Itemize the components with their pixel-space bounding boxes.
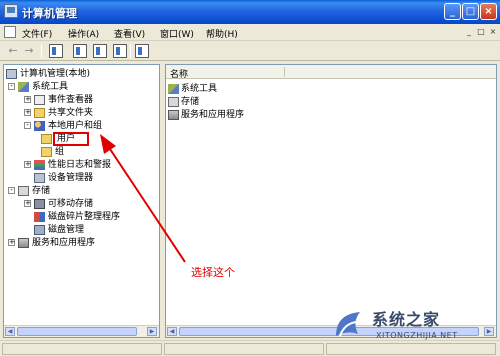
tree-item-users[interactable]: 用户: [41, 132, 90, 146]
expand-icon[interactable]: +: [24, 96, 31, 103]
window-title: 计算机管理: [22, 7, 77, 20]
scroll-left-arrow-icon[interactable]: ◀: [167, 327, 177, 336]
folder-icon: [41, 146, 52, 157]
expand-icon[interactable]: +: [24, 200, 31, 207]
storage-icon: [168, 96, 179, 107]
up-one-level-icon[interactable]: [73, 44, 87, 58]
toolbar: ← →: [0, 41, 500, 61]
watermark-brand: 系统之家: [372, 310, 441, 329]
tree-item-performance-logs[interactable]: + 性能日志和警报: [24, 159, 111, 171]
show-hide-tree-icon[interactable]: [49, 44, 63, 58]
device-manager-icon: [34, 172, 45, 183]
menu-window[interactable]: 窗口(W): [160, 27, 194, 40]
toolbar-separator: [41, 44, 42, 58]
collapse-icon[interactable]: -: [24, 122, 31, 129]
performance-icon: [34, 159, 45, 170]
document-icon: [4, 26, 16, 38]
status-cell: [2, 343, 162, 355]
expand-icon[interactable]: +: [8, 239, 15, 246]
help-icon[interactable]: [113, 44, 127, 58]
mdi-close-button[interactable]: ×: [488, 27, 498, 37]
tree-item-system-tools[interactable]: - 系统工具: [8, 81, 68, 93]
tools-icon: [18, 81, 29, 92]
expand-icon[interactable]: +: [24, 161, 31, 168]
services-icon: [18, 237, 29, 248]
tree-item-removable-storage[interactable]: + 可移动存储: [24, 198, 93, 210]
list-item-system-tools[interactable]: 系统工具: [168, 83, 217, 95]
disk-management-icon: [34, 224, 45, 235]
annotation-label: 选择这个: [191, 266, 235, 279]
defrag-icon: [34, 211, 45, 222]
tree-item-groups[interactable]: 组: [41, 146, 64, 158]
scroll-right-arrow-icon[interactable]: ▶: [147, 327, 157, 336]
watermark-url: XITONGZHIJIA.NET: [376, 331, 458, 340]
mdi-restore-button[interactable]: □: [476, 27, 486, 37]
shared-folder-icon: [34, 107, 45, 118]
title-bar: 计算机管理 _ □ ×: [0, 0, 500, 24]
tree-item-local-users-groups[interactable]: - 本地用户和组: [24, 120, 102, 132]
computer-icon: [6, 68, 17, 79]
services-icon: [168, 109, 179, 120]
expand-icon[interactable]: +: [24, 109, 31, 116]
list-item-services-applications[interactable]: 服务和应用程序: [168, 109, 244, 121]
tree-horizontal-scrollbar[interactable]: ◀ ▶: [4, 325, 159, 337]
collapse-icon[interactable]: -: [8, 187, 15, 194]
scroll-thumb[interactable]: [17, 327, 137, 336]
menu-view[interactable]: 查看(V): [114, 27, 145, 40]
watermark-logo-icon: [336, 312, 360, 337]
tree-root[interactable]: 计算机管理(本地): [6, 68, 90, 80]
menu-help[interactable]: 帮助(H): [206, 27, 238, 40]
maximize-button[interactable]: □: [462, 3, 479, 20]
close-button[interactable]: ×: [480, 3, 497, 20]
storage-icon: [18, 185, 29, 196]
scroll-left-arrow-icon[interactable]: ◀: [5, 327, 15, 336]
collapse-icon[interactable]: -: [8, 83, 15, 90]
column-divider[interactable]: [284, 67, 285, 77]
tools-icon: [168, 83, 179, 94]
menu-bar: 文件(F) 操作(A) 查看(V) 窗口(W) 帮助(H) _ □ ×: [0, 24, 500, 41]
minimize-button[interactable]: _: [444, 3, 461, 20]
toolbar-separator: [130, 44, 131, 58]
mdi-minimize-button[interactable]: _: [464, 27, 474, 37]
tree-item-services-applications[interactable]: + 服务和应用程序: [8, 237, 95, 249]
removable-storage-icon: [34, 198, 45, 209]
tree-item-storage[interactable]: - 存储: [8, 185, 50, 197]
status-cell: [164, 343, 324, 355]
tree-item-defragmenter[interactable]: 磁盘碎片整理程序: [34, 211, 120, 223]
tree-item-disk-management[interactable]: 磁盘管理: [34, 224, 84, 236]
column-header-name[interactable]: 名称: [166, 65, 496, 80]
menu-file[interactable]: 文件(F): [22, 27, 52, 40]
tree-item-event-viewer[interactable]: + 事件查看器: [24, 94, 93, 106]
details-pane[interactable]: 名称 系统工具 存储 服务和应用程序 ◀ ▶: [165, 64, 497, 338]
tree-item-device-manager[interactable]: 设备管理器: [34, 172, 93, 184]
console-tree[interactable]: 计算机管理(本地) - 系统工具 + 事件查看器 + 共享文件夹 - 本地用户和组 用户…: [3, 64, 160, 338]
menu-action[interactable]: 操作(A): [68, 27, 99, 40]
properties-icon[interactable]: [135, 44, 149, 58]
tree-item-shared-folders[interactable]: + 共享文件夹: [24, 107, 93, 119]
folder-icon: [41, 133, 52, 144]
forward-button[interactable]: →: [22, 44, 36, 58]
event-viewer-icon: [34, 94, 45, 105]
computer-management-icon: [4, 4, 18, 18]
back-button[interactable]: ←: [6, 44, 20, 58]
watermark: 系统之家 XITONGZHIJIA.NET: [330, 300, 498, 352]
export-list-icon[interactable]: [93, 44, 107, 58]
list-item-storage[interactable]: 存储: [168, 96, 199, 108]
users-icon: [34, 120, 45, 131]
